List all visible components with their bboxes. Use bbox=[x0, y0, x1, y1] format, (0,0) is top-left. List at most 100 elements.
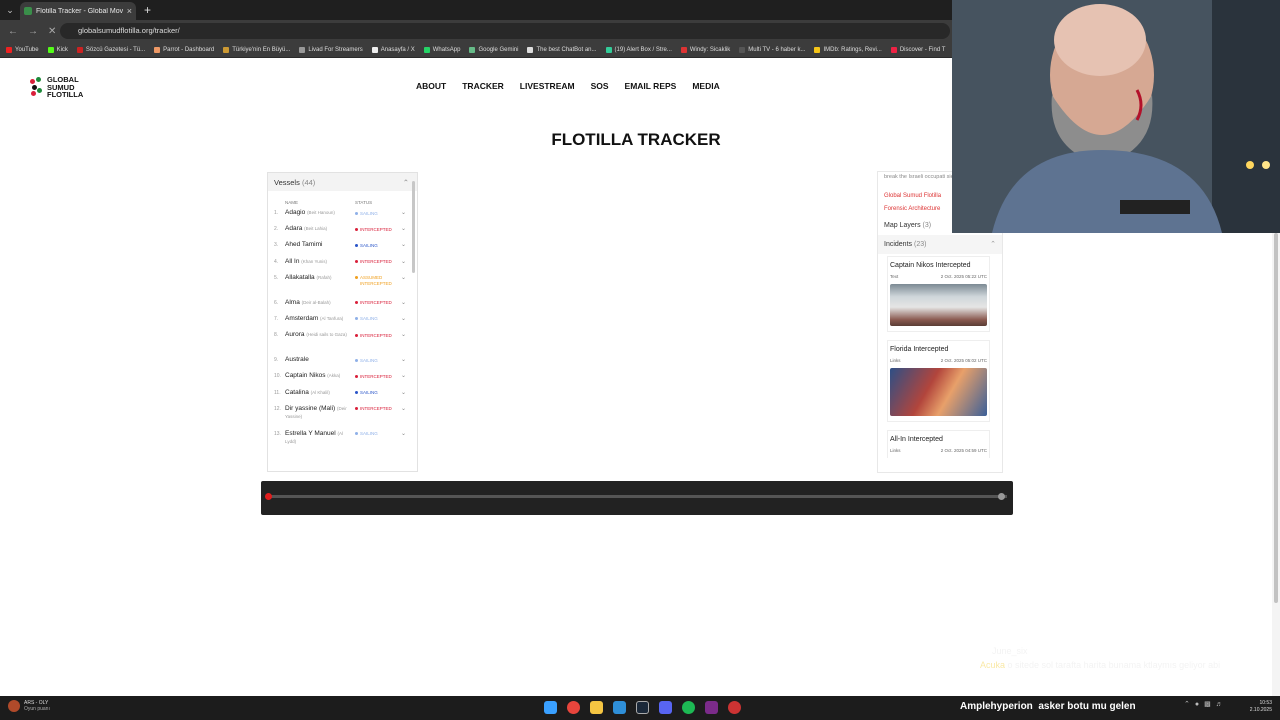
obs-app-icon[interactable] bbox=[705, 701, 718, 714]
reload-icon[interactable]: ✕ bbox=[48, 26, 56, 37]
speaker-icon[interactable]: ♬ bbox=[1216, 701, 1223, 708]
collapse-icon[interactable]: ⌃ bbox=[403, 178, 409, 187]
incident-card[interactable]: Florida Intercepted Links 2 Oct. 2025 05:… bbox=[887, 340, 990, 422]
nav-sos[interactable]: SOS bbox=[591, 81, 609, 91]
incident-photo[interactable] bbox=[890, 284, 987, 326]
file-explorer-icon[interactable] bbox=[590, 701, 603, 714]
page-scrollbar[interactable] bbox=[1272, 233, 1280, 696]
vessels-scrollbar[interactable] bbox=[412, 175, 416, 471]
vessel-row[interactable]: 12. Dir yassine (Mali) (Deir Yassine) INTE… bbox=[268, 405, 417, 430]
browser-tab[interactable]: Flotilla Tracker - Global Movem × bbox=[20, 2, 136, 20]
vessel-name: Captain Nikos (Akka) bbox=[285, 372, 341, 380]
timeline-handle[interactable] bbox=[265, 493, 272, 500]
nav-about[interactable]: ABOUT bbox=[416, 81, 446, 91]
nav-livestream[interactable]: LIVESTREAM bbox=[520, 81, 575, 91]
bookmark-item[interactable]: Türkiye'nin En Büyü... bbox=[223, 46, 290, 53]
new-tab-icon[interactable]: + bbox=[144, 3, 151, 17]
bookmark-item[interactable]: Multi TV - 6 haber k... bbox=[739, 46, 805, 53]
steam-icon[interactable] bbox=[636, 701, 649, 714]
timeline-bar[interactable] bbox=[261, 481, 1013, 515]
vessel-number: 9. bbox=[274, 357, 279, 364]
chevron-up-icon[interactable]: ⌃ bbox=[1184, 700, 1190, 708]
bookmark-item[interactable]: Google Gemini bbox=[469, 46, 518, 53]
vessel-row[interactable]: 9. Australe SAILING ⌄ bbox=[268, 356, 417, 372]
status-badge: SAILING bbox=[355, 209, 401, 216]
windows-start-icon[interactable] bbox=[544, 701, 557, 714]
vessel-row[interactable]: 1. Adagio (Beit Hanoun) SAILING ⌄ bbox=[268, 209, 417, 225]
vessel-row[interactable]: 10. Captain Nikos (Akka) INTERCEPTED ⌄ bbox=[268, 372, 417, 388]
nav-tracker[interactable]: TRACKER bbox=[462, 81, 504, 91]
bookmark-item[interactable]: Sözcü Gazetesi - Tü... bbox=[76, 46, 145, 53]
vessel-row[interactable]: 5. Allakatalla (Rafah) ASSUMED INTERCEPTED… bbox=[268, 274, 417, 299]
chevron-down-icon[interactable]: ⌄ bbox=[401, 274, 406, 281]
vessel-name: Allakatalla (Rafah) bbox=[285, 273, 332, 281]
vessel-row[interactable]: 13. Estrella Y Manuel (Al Lydd) SAILING ⌄ bbox=[268, 430, 417, 455]
vessel-row[interactable]: 3. Ahed Tamimi SAILING ⌄ bbox=[268, 241, 417, 257]
status-badge: INTERCEPTED bbox=[355, 372, 401, 379]
bookmark-item[interactable]: (19) Alert Box / Stre... bbox=[605, 46, 672, 53]
bookmark-item[interactable]: Livad For Streamers bbox=[299, 46, 363, 53]
network-icon[interactable]: ▩ bbox=[1204, 700, 1211, 708]
chrome-icon[interactable] bbox=[567, 701, 580, 714]
bookmark-item[interactable]: IMDb: Ratings, Revi... bbox=[814, 46, 882, 53]
timeline-track[interactable] bbox=[267, 495, 1007, 498]
incident-card[interactable]: Captain Nikos Intercepted Text 2 Oct. 202… bbox=[887, 256, 990, 332]
incidents-header[interactable]: Incidents (23) ⌃ bbox=[878, 235, 1002, 254]
nav-email-reps[interactable]: EMAIL REPS bbox=[625, 81, 677, 91]
forward-icon[interactable]: → bbox=[28, 26, 38, 37]
url-field[interactable]: globalsumudflotilla.org/tracker/ bbox=[60, 23, 950, 39]
vessel-row[interactable]: 11. Catalina (Al Khalil) SAILING ⌄ bbox=[268, 389, 417, 405]
clock[interactable]: 10:53 2.10.2025 bbox=[1250, 700, 1272, 714]
chevron-down-icon[interactable]: ⌄ bbox=[401, 372, 406, 379]
bookmark-item[interactable]: YouTube bbox=[6, 46, 39, 53]
mic-icon[interactable]: ● bbox=[1195, 701, 1199, 708]
site-logo[interactable]: GLOBAL SUMUD FLOTILLA bbox=[30, 76, 83, 99]
status-badge: INTERCEPTED bbox=[355, 225, 401, 232]
bookmark-item[interactable]: Anasayfa / X bbox=[371, 46, 415, 53]
spotify-icon[interactable] bbox=[682, 701, 695, 714]
vessel-row[interactable]: 4. All In (Khan Yunis) INTERCEPTED ⌄ bbox=[268, 258, 417, 274]
browser-tab-strip: ⌄ Flotilla Tracker - Global Movem × + bbox=[0, 0, 952, 20]
taskbar-game-widget[interactable]: ARS - OLY Oyun puanı bbox=[8, 700, 50, 712]
chevron-down-icon[interactable]: ⌄ bbox=[401, 241, 406, 248]
chevron-down-icon[interactable]: ⌄ bbox=[401, 389, 406, 396]
vessel-number: 11. bbox=[274, 389, 281, 396]
chevron-down-icon[interactable]: ⌄ bbox=[401, 225, 406, 232]
edge-icon[interactable] bbox=[613, 701, 626, 714]
discord-icon[interactable] bbox=[659, 701, 672, 714]
settings-app-icon[interactable] bbox=[728, 701, 741, 714]
status-badge: ASSUMED INTERCEPTED bbox=[355, 274, 401, 287]
chevron-up-icon[interactable]: ⌃ bbox=[990, 239, 996, 250]
chevron-down-icon[interactable]: ⌄ bbox=[401, 430, 406, 437]
bookmark-item[interactable]: Parrot - Dashboard bbox=[154, 46, 214, 53]
vessel-number: 8. bbox=[274, 332, 279, 339]
close-tab-icon[interactable]: × bbox=[127, 6, 132, 16]
chevron-down-icon[interactable]: ⌄ bbox=[401, 209, 406, 216]
vessel-number: 4. bbox=[274, 258, 279, 265]
chevron-down-icon[interactable]: ⌄ bbox=[401, 356, 406, 363]
incident-card[interactable]: All-In Intercepted Links 2 Oct. 2025 04:5… bbox=[887, 430, 990, 458]
chevron-down-icon[interactable]: ⌄ bbox=[401, 258, 406, 265]
nav-media[interactable]: MEDIA bbox=[692, 81, 719, 91]
bookmark-item[interactable]: Windy: Sicaklik bbox=[680, 46, 730, 53]
tab-search-icon[interactable]: ⌄ bbox=[0, 5, 20, 16]
vessel-name: Adara (Beit Lahia) bbox=[285, 225, 328, 233]
vessel-row[interactable]: 2. Adara (Beit Lahia) INTERCEPTED ⌄ bbox=[268, 225, 417, 241]
vessel-row[interactable]: 6. Alma (Deir al-Balah) INTERCEPTED ⌄ bbox=[268, 299, 417, 315]
favicon-icon bbox=[24, 7, 32, 15]
bookmark-item[interactable]: The best ChatBot an... bbox=[527, 46, 597, 53]
chevron-down-icon[interactable]: ⌄ bbox=[401, 405, 406, 412]
bookmark-item[interactable]: WhatsApp bbox=[423, 46, 460, 53]
vessels-header[interactable]: Vessels (44) ⌃ bbox=[268, 173, 417, 191]
vessel-name: Amsterdam (Al Tanfura) bbox=[285, 314, 344, 322]
vessel-row[interactable]: 7. Amsterdam (Al Tanfura) SAILING ⌄ bbox=[268, 315, 417, 331]
bookmark-item[interactable]: Kick bbox=[47, 46, 68, 53]
chevron-down-icon[interactable]: ⌄ bbox=[401, 315, 406, 322]
back-icon[interactable]: ← bbox=[8, 26, 18, 37]
chevron-down-icon[interactable]: ⌄ bbox=[401, 331, 406, 338]
vessel-row[interactable]: 8. Aurora (Heidi sails to Gaza) INTERCEPTE… bbox=[268, 331, 417, 356]
incident-photo[interactable] bbox=[890, 368, 987, 416]
vessel-alt-name: (Akka) bbox=[327, 373, 341, 379]
chevron-down-icon[interactable]: ⌄ bbox=[401, 299, 406, 306]
bookmark-item[interactable]: Discover - Find T bbox=[890, 46, 945, 53]
